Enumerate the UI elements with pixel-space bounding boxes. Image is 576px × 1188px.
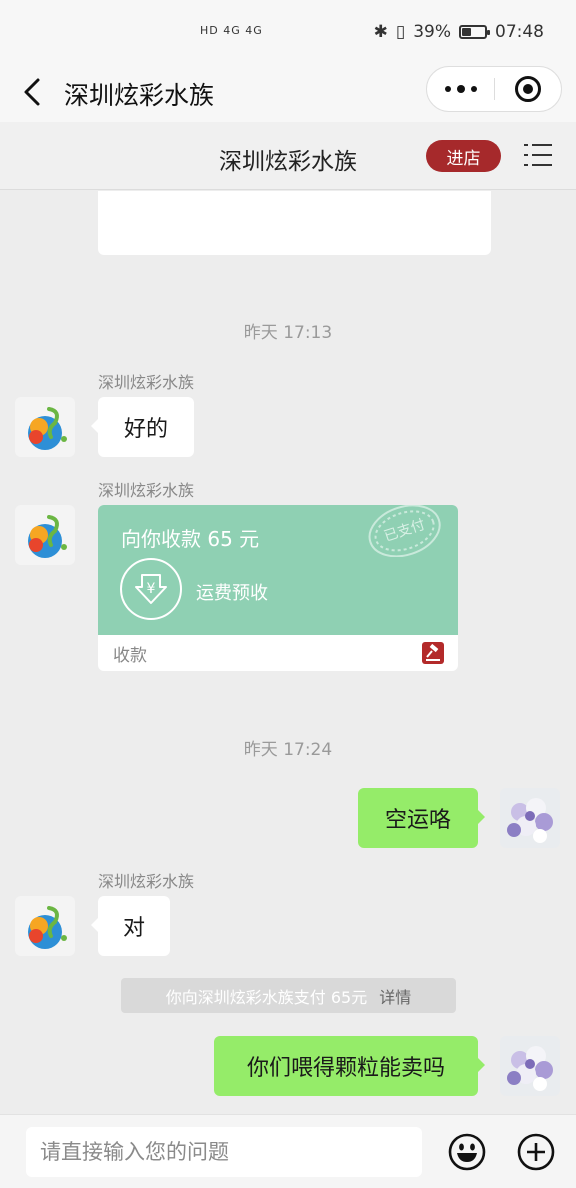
yuan-icon: ¥ (120, 558, 182, 620)
enter-store-button[interactable]: 进店 (426, 140, 501, 172)
input-bar (0, 1114, 576, 1188)
message-bubble-self[interactable]: 空运咯 (358, 788, 485, 848)
shop-avatar[interactable] (15, 397, 75, 457)
message-bubble[interactable]: 对 (91, 896, 170, 956)
payment-notice[interactable]: 你向深圳炫彩水族支付 65元 详情 (121, 978, 456, 1013)
page-title: 深圳炫彩水族 (64, 81, 215, 110)
battery-icon (459, 25, 490, 39)
shop-avatar[interactable] (15, 505, 75, 565)
paid-stamp: 已支付 (362, 505, 446, 558)
status-bar: HD 4G 4G ✱ ▯ 39% 07:48 (0, 0, 576, 64)
back-arrow-icon[interactable] (20, 74, 46, 110)
payment-description: 运费预收 (196, 583, 268, 604)
flower-bouquet-icon (500, 1036, 560, 1096)
previous-card[interactable] (98, 191, 491, 255)
shop-logo-icon (15, 397, 75, 457)
payment-footer-label: 收款 (113, 646, 147, 666)
payment-detail-link[interactable]: 详情 (379, 984, 411, 1008)
sender-name: 深圳炫彩水族 (98, 373, 195, 392)
message-input[interactable] (26, 1127, 422, 1177)
svg-text:¥: ¥ (147, 581, 156, 597)
shop-logo-icon (15, 505, 75, 565)
payment-amount: 向你收款 65 元 (121, 527, 260, 551)
paid-stamp-text: 已支付 (382, 517, 427, 545)
sender-name: 深圳炫彩水族 (98, 481, 195, 500)
flower-bouquet-icon (500, 788, 560, 848)
shop-logo-icon (15, 896, 75, 956)
chat-area[interactable]: 昨天 17:13 深圳炫彩水族 好的 深圳炫彩水族 向你收款 65 元 ¥ 运费… (0, 191, 576, 1114)
capsule-divider (494, 78, 495, 100)
payment-card-footer: 收款 (98, 635, 458, 671)
gavel-icon (422, 642, 444, 664)
timestamp: 昨天 17:24 (243, 740, 333, 760)
payment-notice-text: 你向深圳炫彩水族支付 65元 (165, 987, 368, 1007)
message-bubble[interactable]: 好的 (91, 397, 194, 457)
message-bubble-self[interactable]: 你们喂得颗粒能卖吗 (214, 1036, 485, 1096)
vibrate-icon: ▯ (395, 22, 406, 42)
plus-icon[interactable] (516, 1132, 556, 1172)
shop-header: 深圳炫彩水族 进店 (0, 122, 576, 190)
emoji-icon[interactable] (447, 1132, 487, 1172)
clock: 07:48 (495, 22, 544, 42)
battery-percent: 39% (413, 22, 451, 42)
timestamp: 昨天 17:13 (243, 323, 333, 343)
shop-avatar[interactable] (15, 896, 75, 956)
network-indicator: HD 4G 4G (200, 24, 263, 37)
payment-card-top: 向你收款 65 元 ¥ 运费预收 已支付 (98, 505, 458, 635)
payment-request-card[interactable]: 向你收款 65 元 ¥ 运费预收 已支付 收款 (98, 505, 458, 671)
bluetooth-icon: ✱ (373, 22, 388, 42)
status-right: ✱ ▯ 39% 07:48 (374, 22, 544, 42)
more-options-icon[interactable] (427, 67, 494, 111)
menu-list-icon[interactable] (524, 142, 552, 168)
title-bar: 深圳炫彩水族 (0, 64, 576, 122)
close-miniprogram-icon[interactable] (515, 76, 541, 102)
sender-name: 深圳炫彩水族 (98, 872, 195, 891)
miniprogram-capsule (426, 66, 562, 112)
user-avatar[interactable] (500, 1036, 560, 1096)
user-avatar[interactable] (500, 788, 560, 848)
